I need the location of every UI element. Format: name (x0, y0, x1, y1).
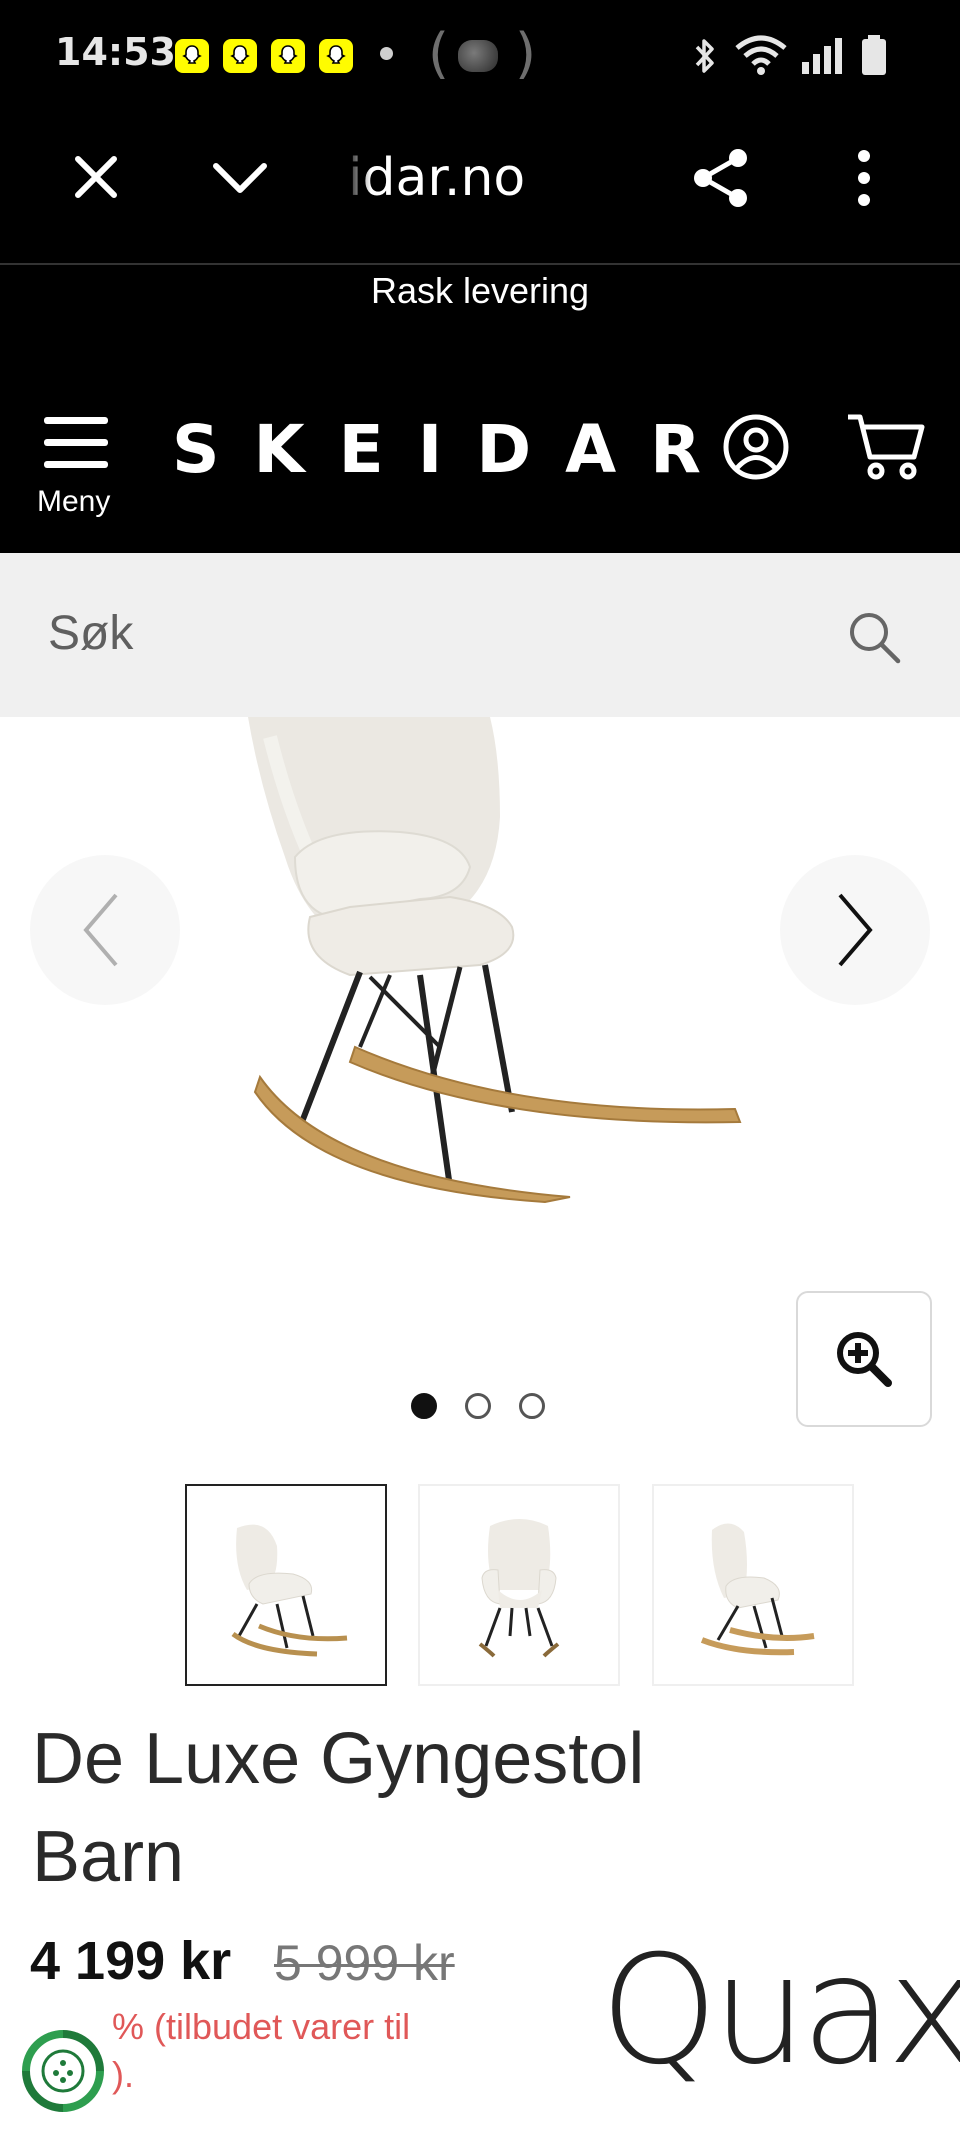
gallery-dot-2[interactable] (465, 1393, 491, 1419)
snapchat-icon (223, 39, 257, 73)
wifi-icon (735, 35, 787, 75)
promo-text: Rask levering (370, 270, 590, 311)
gallery-dot-3[interactable] (519, 1393, 545, 1419)
chevron-left-icon (83, 893, 118, 967)
thumbnail-image (700, 1523, 815, 1656)
snapchat-icon (175, 39, 209, 73)
hamburger-icon (44, 417, 108, 468)
zoom-in-icon (837, 1332, 892, 1387)
menu-label: Meny (37, 485, 111, 518)
product-image[interactable] (200, 717, 760, 1237)
gallery-dot-1[interactable] (411, 1393, 437, 1419)
snapchat-icon (271, 39, 305, 73)
chevron-down-icon[interactable] (212, 160, 268, 196)
search-input[interactable] (48, 601, 808, 665)
bluetooth-icon (695, 39, 714, 73)
recycle-badge-icon[interactable] (18, 2026, 108, 2116)
discount-text-end: ). (112, 2054, 134, 2095)
site-header: Meny SKEIDAR (0, 375, 960, 553)
product-gallery (0, 717, 960, 1447)
account-icon[interactable] (722, 413, 790, 481)
discount-text: % (tilbudet varer til (112, 2006, 411, 2047)
gallery-prev-button[interactable] (30, 855, 180, 1005)
thumbnail-2[interactable] (418, 1484, 620, 1686)
product-price: 4 199 kr (30, 1931, 232, 1991)
search-icon[interactable] (846, 609, 902, 665)
product-title: De Luxe Gyngestol Barn (32, 1719, 645, 1897)
gallery-next-button[interactable] (780, 855, 930, 1005)
brand-logo[interactable]: Quax (600, 1936, 960, 2086)
battery-icon (862, 35, 886, 75)
thumbnail-3[interactable] (652, 1484, 854, 1686)
dot-icon (380, 47, 393, 60)
url-fade (345, 140, 371, 220)
url-text[interactable]: idar.no (348, 148, 525, 208)
chevron-right-icon (838, 893, 873, 967)
cast-bracket-right: ) (515, 22, 537, 85)
thumbnail-1[interactable] (185, 1484, 387, 1686)
close-icon[interactable] (72, 153, 120, 201)
zoom-button[interactable] (796, 1291, 932, 1427)
more-vert-icon[interactable] (852, 148, 876, 208)
browser-toolbar: idar.no (0, 110, 960, 265)
cast-icon (458, 40, 498, 72)
product-old-price: 5 999 kr (274, 1935, 455, 1991)
status-time: 14:53 (55, 30, 176, 74)
site-logo[interactable]: SKEIDAR (172, 411, 735, 488)
search-bar (0, 553, 960, 717)
promo-banner: Rask levering (0, 265, 960, 375)
share-icon[interactable] (690, 146, 752, 210)
snapchat-icon (319, 39, 353, 73)
thumbnail-image (231, 1524, 348, 1657)
thumbnail-image (478, 1519, 560, 1658)
signal-icon (802, 38, 842, 74)
cast-bracket-left: ( (428, 22, 450, 85)
status-bar: 14:53 ( ) (0, 0, 960, 110)
cart-icon[interactable] (846, 411, 926, 483)
